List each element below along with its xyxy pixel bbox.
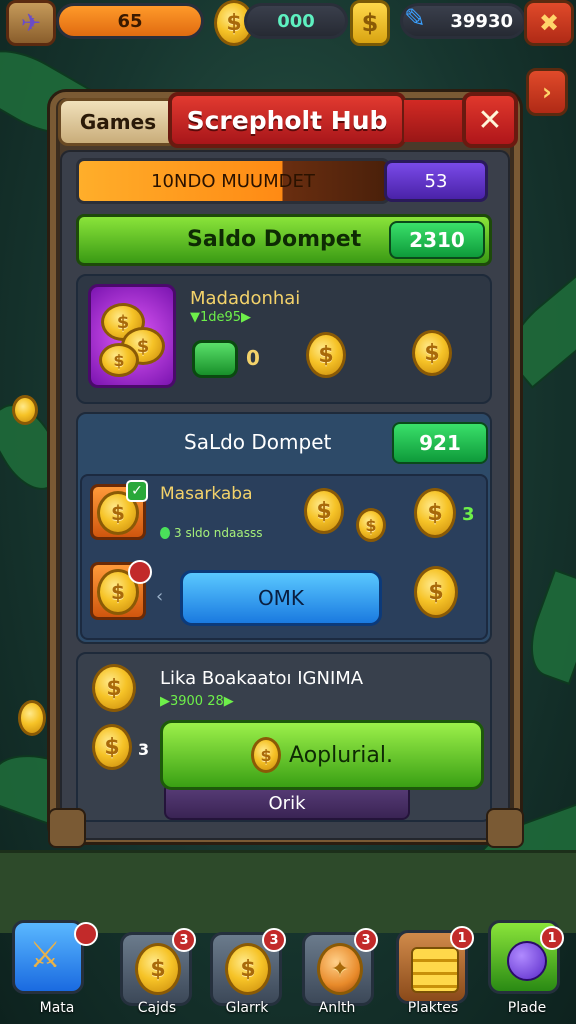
- green-dot-icon: [160, 527, 170, 539]
- arrow-right-icon: ›: [542, 78, 552, 106]
- progress-value-pill: 53: [384, 160, 488, 202]
- wallet-card-header: SaLdo Dompet: [184, 430, 332, 454]
- coin-icon: $: [251, 737, 282, 773]
- gold-bars-icon: [411, 947, 459, 993]
- sword-icon: ⚔: [29, 935, 62, 976]
- balance-bar[interactable]: Saldo Dompet 2310: [76, 214, 492, 266]
- coin-icon: $: [99, 343, 139, 377]
- gems-value: 39930: [450, 10, 513, 32]
- cash-value: 0: [246, 346, 260, 370]
- tab-mata-label: Mata: [39, 1000, 75, 1016]
- coin-icon: $: [304, 488, 344, 534]
- progress-value: 53: [424, 170, 448, 192]
- games-tab[interactable]: Games: [58, 98, 178, 146]
- coin-icon: $: [414, 488, 456, 538]
- tab-glarrk-label: Glarrk: [225, 1000, 269, 1016]
- notification-badge: [128, 560, 152, 584]
- offer-subtitle: ▶3900 28▶: [160, 694, 234, 709]
- offer-title: Lika Boakaatoı IGNIMA: [160, 668, 364, 689]
- coin-stack-button[interactable]: $: [350, 0, 390, 46]
- notification-badge: 1: [450, 926, 474, 950]
- progress-bar: 10NDO MUUMDET: [76, 158, 390, 204]
- dialog-title: Screpholt Hub: [186, 105, 388, 135]
- balance-label: Saldo Dompet: [187, 227, 362, 252]
- masarkaba-side: 3: [462, 504, 475, 525]
- omk-button-label: OMK: [257, 586, 305, 610]
- tab-plaktes-label: Plaktes: [407, 1000, 459, 1016]
- coins-counter: 000: [244, 3, 348, 39]
- offer-side: 3: [138, 740, 150, 759]
- coin-stack-icon: $: [361, 9, 379, 37]
- dialog-title-banner: Screpholt Hub: [168, 92, 406, 148]
- orb-icon: [507, 941, 547, 981]
- check-icon: ✓: [126, 480, 148, 502]
- feather-icon: ✎: [404, 4, 426, 34]
- balance-value-pill: 2310: [389, 221, 485, 259]
- coin-pile-tile[interactable]: $ $ $: [88, 284, 176, 388]
- coin-icon: $: [412, 330, 452, 376]
- frame-ornament-right: [486, 808, 524, 848]
- balance-value: 2310: [409, 228, 465, 252]
- plane-button[interactable]: ✈: [6, 0, 56, 46]
- coin-icon: $: [414, 566, 458, 618]
- coin-icon: $: [225, 943, 271, 995]
- coin-icon: [12, 395, 38, 425]
- notification-badge: 3: [262, 928, 286, 952]
- notification-badge: [74, 922, 98, 946]
- tab-anlth-label: Anlth: [318, 1000, 356, 1016]
- omk-button[interactable]: OMK: [180, 570, 382, 626]
- apply-button-label: Aoplurial.: [289, 742, 393, 768]
- energy-meter: 65: [56, 3, 204, 39]
- notification-badge: 3: [172, 928, 196, 952]
- reward-card-subtitle: ▼1de95▶: [190, 310, 252, 325]
- secondary-ok-label: Orik: [268, 793, 306, 814]
- notification-badge: 1: [540, 926, 564, 950]
- compass-icon: ✦: [317, 943, 363, 995]
- dialog-header-strip: [404, 100, 464, 142]
- tab-cajds-label: Cajds: [137, 1000, 177, 1016]
- tab-plade-label: Plade: [507, 1000, 547, 1016]
- wallet-value-pill: 921: [392, 422, 488, 464]
- frame-ornament-left: [48, 808, 86, 848]
- dialog-close-button[interactable]: ✕: [462, 92, 518, 148]
- top-bar: ✈ 65 $ 000 $ 39930 ✎ ✖: [0, 0, 576, 48]
- plane-icon: ✈: [20, 9, 42, 37]
- progress-label: 10NDO MUUMDET: [151, 170, 315, 192]
- coin-icon: $: [306, 332, 346, 378]
- side-arrow-button[interactable]: ›: [526, 68, 568, 116]
- coin-icon: $: [356, 508, 386, 542]
- close-top-button[interactable]: ✖: [524, 0, 574, 46]
- coin-icon: $: [92, 664, 136, 712]
- left-chevron-icon: ‹: [156, 586, 164, 607]
- wallet-value: 921: [419, 431, 461, 455]
- notification-badge: 3: [354, 928, 378, 952]
- apply-button[interactable]: $ Aoplurial.: [160, 720, 484, 790]
- reward-card-title: Madadonhai: [190, 288, 301, 309]
- coin-icon: [18, 700, 46, 736]
- cash-stack-icon: [192, 340, 238, 378]
- masarkaba-subtitle: 3 sldo ndaasss: [174, 526, 263, 540]
- games-tab-label: Games: [79, 110, 157, 134]
- close-icon: ✕: [477, 102, 503, 138]
- coins-value: 000: [277, 10, 315, 32]
- coin-icon: $: [135, 943, 181, 995]
- energy-value: 65: [117, 10, 143, 32]
- cross-icon: ✖: [538, 9, 560, 37]
- coin-icon: $: [92, 724, 132, 770]
- masarkaba-title: Masarkaba: [160, 484, 253, 504]
